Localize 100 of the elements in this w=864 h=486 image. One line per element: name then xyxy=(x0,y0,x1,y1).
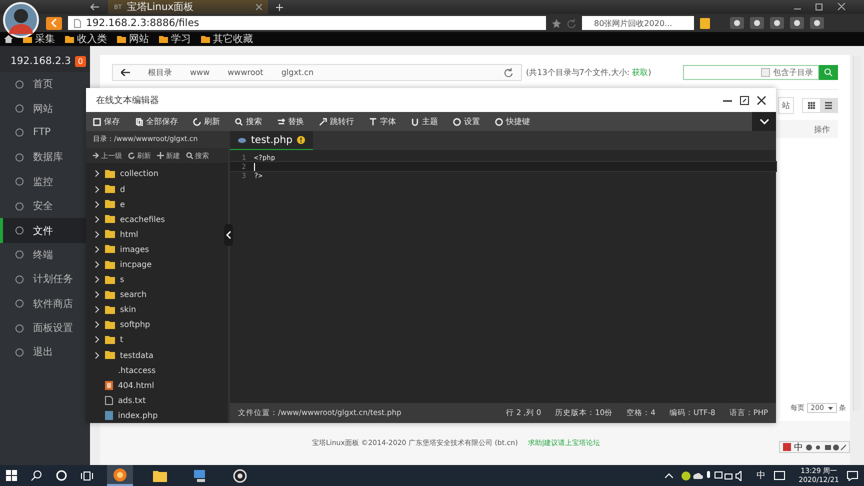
search-button[interactable] xyxy=(819,64,838,80)
list-icon xyxy=(825,102,832,108)
toolbar-button[interactable]: 保存 xyxy=(93,116,120,127)
circle-icon xyxy=(15,274,24,284)
folder-icon xyxy=(117,36,126,42)
bookmark-folder[interactable]: 学习 xyxy=(159,32,191,46)
action-icon xyxy=(92,152,99,160)
home-icon[interactable] xyxy=(4,35,13,43)
search-icon[interactable] xyxy=(31,470,42,481)
circle-icon[interactable] xyxy=(56,470,67,481)
php-file-icon xyxy=(105,410,113,420)
chevron-right-icon[interactable] xyxy=(95,170,100,178)
folder-icon xyxy=(159,36,168,42)
action-icon xyxy=(157,152,164,160)
tab-title: 宝塔Linux面板 xyxy=(126,0,195,14)
input-method-bar[interactable]: 中 xyxy=(779,441,850,453)
server-address: 192.168.2.3 xyxy=(10,56,71,66)
bookmark-folder[interactable]: 网站 xyxy=(117,32,149,46)
notification-icon[interactable] xyxy=(847,470,858,480)
tool-icon xyxy=(235,118,243,126)
breadcrumb-item[interactable]: glgxt.cn xyxy=(281,68,314,76)
tool-icon xyxy=(93,118,101,126)
circle-icon xyxy=(15,128,24,138)
page-icon xyxy=(74,18,81,28)
back-arrow-icon[interactable] xyxy=(121,68,130,76)
task-view-icon[interactable] xyxy=(81,470,93,480)
new-tab-icon[interactable] xyxy=(276,4,283,10)
circle-icon xyxy=(15,250,24,260)
back-icon[interactable] xyxy=(90,3,100,11)
circle-icon xyxy=(15,80,24,89)
circle-icon xyxy=(15,226,24,236)
toolbar-button[interactable]: 主题 xyxy=(411,116,438,127)
circle-icon xyxy=(15,324,24,333)
toolbar-button[interactable]: 设置 xyxy=(453,116,480,127)
column-header: 操作 xyxy=(814,124,830,134)
tool-icon xyxy=(135,118,143,126)
tree-item[interactable]: .htaccess xyxy=(86,362,228,378)
grid-icon xyxy=(808,102,815,108)
action-icon xyxy=(186,152,193,160)
file-search-field[interactable]: 包含子目录 xyxy=(683,64,819,80)
reload-icon[interactable] xyxy=(504,68,513,76)
dialog-title: 在线文本编辑器 xyxy=(96,94,159,106)
sidebar-item[interactable]: 首页 xyxy=(0,72,90,96)
caret-icon xyxy=(828,406,833,410)
back-button[interactable] xyxy=(46,16,62,30)
tool-icon xyxy=(453,118,461,126)
toolbar-button[interactable]: 跳转行 xyxy=(319,116,354,127)
collapse-panel-button[interactable] xyxy=(224,224,233,246)
toolbar-button[interactable]: 字体 xyxy=(369,116,396,127)
collapse-toolbar-button[interactable] xyxy=(752,112,776,131)
breadcrumb-item[interactable]: 根目录 xyxy=(148,66,172,78)
checkbox-label: 包含子目录 xyxy=(773,66,813,78)
toolbar-button[interactable]: 替换 xyxy=(277,116,304,127)
breadcrumb-item[interactable]: wwwroot xyxy=(228,68,264,76)
tree-item[interactable]: 404.html xyxy=(86,378,228,393)
start-icon[interactable] xyxy=(6,470,17,481)
address-bar[interactable]: 192.168.2.3:8886/files xyxy=(68,16,546,30)
circle-icon xyxy=(15,104,24,114)
bookmark-folder[interactable]: 其它收藏 xyxy=(201,32,253,46)
subdirectory-checkbox[interactable] xyxy=(761,68,770,76)
input-mode: 中 xyxy=(794,442,803,454)
file-tab[interactable]: test.php xyxy=(230,131,314,150)
tree-item[interactable]: ads.txt xyxy=(86,392,228,408)
tool-icon xyxy=(277,118,285,126)
star-icon[interactable] xyxy=(552,18,561,28)
tray-icons-drawing[interactable] xyxy=(680,470,743,480)
recycle-bin-button[interactable]: 站 xyxy=(778,96,794,114)
taskbar-button[interactable] xyxy=(107,465,133,486)
keyboard-icon[interactable] xyxy=(774,471,785,480)
tool-icon xyxy=(319,118,327,126)
tool-icon xyxy=(411,118,419,126)
bookmark-folder[interactable]: 采集 xyxy=(23,32,55,46)
search-field[interactable]: 80张网片回收2020... xyxy=(582,16,694,30)
close-icon[interactable] xyxy=(757,96,766,104)
tool-icon xyxy=(369,118,377,126)
maximize-icon[interactable] xyxy=(740,96,749,104)
circle-icon xyxy=(15,202,24,211)
toolbar-button[interactable]: 刷新 xyxy=(193,116,220,127)
sidebar-item[interactable]: 网站 xyxy=(0,96,90,121)
list-view-button[interactable] xyxy=(820,98,837,112)
chevron-left-icon xyxy=(51,19,57,27)
folder-icon xyxy=(201,36,210,42)
aperture-icon xyxy=(233,468,247,482)
bookmark-icon[interactable] xyxy=(700,18,710,28)
folder-icon xyxy=(65,36,74,42)
chevron-right-icon[interactable] xyxy=(95,352,100,359)
circle-icon xyxy=(15,177,24,186)
html-file-icon xyxy=(105,380,113,390)
chevron-up-icon[interactable] xyxy=(664,473,673,478)
text-cursor xyxy=(254,162,255,170)
directory-summary: (共13个目录与7个文件,大小: 获取) xyxy=(526,66,652,78)
toolbar-button[interactable]: 快捷键 xyxy=(495,116,530,127)
circle-icon xyxy=(15,299,24,308)
bookmark-folder[interactable]: 收入类 xyxy=(65,32,107,46)
tree-item[interactable]: index.php xyxy=(86,408,228,423)
breadcrumb-item[interactable]: www xyxy=(190,68,210,76)
toolbar-button[interactable]: 全部保存 xyxy=(135,116,178,127)
ime-tools-drawing[interactable] xyxy=(806,444,846,450)
toolbar-button[interactable]: 搜索 xyxy=(235,116,262,127)
input-method-indicator[interactable]: 中 xyxy=(756,469,766,482)
